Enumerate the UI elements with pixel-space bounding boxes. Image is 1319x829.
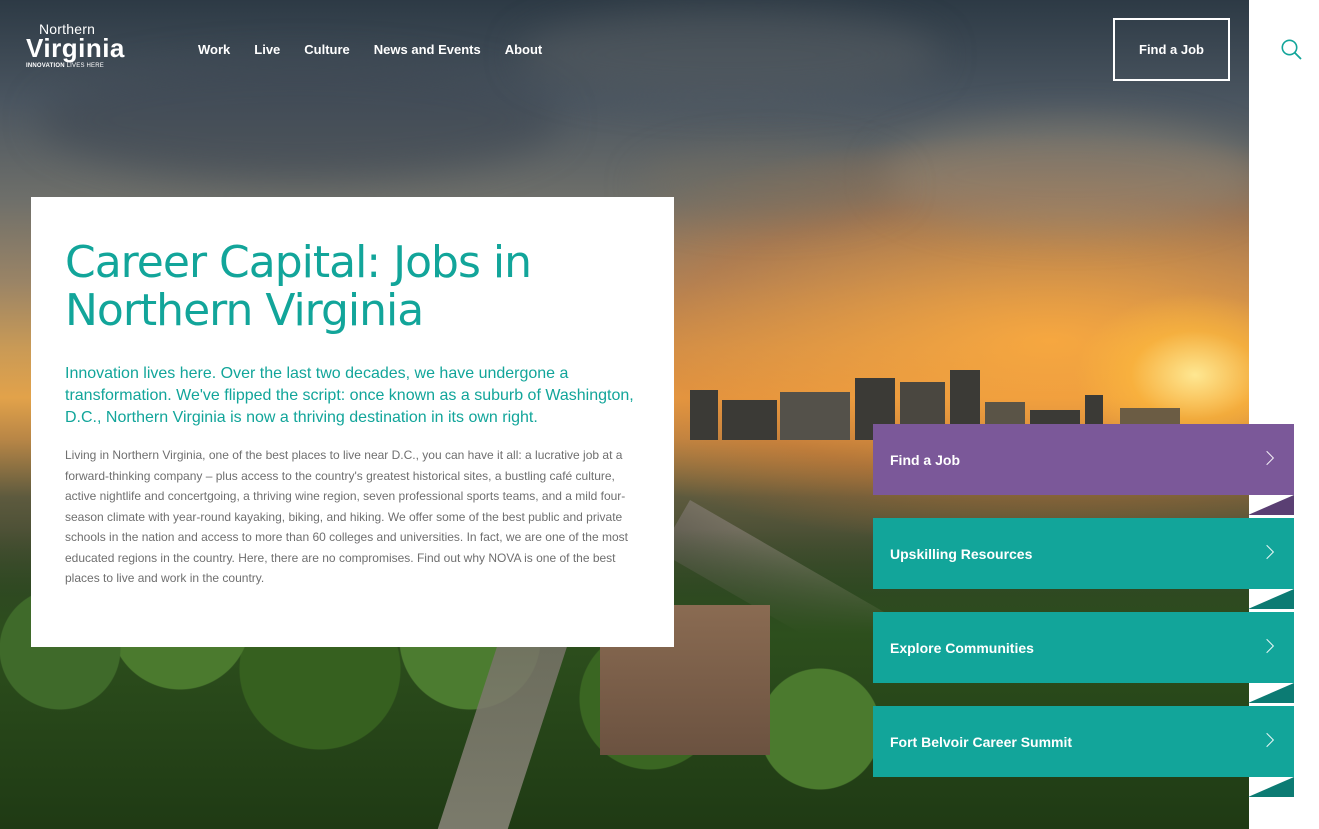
tile-flag — [1248, 777, 1294, 797]
nav-item-live[interactable]: Live — [254, 42, 280, 57]
chevron-right-icon — [1259, 544, 1275, 559]
chevron-right-icon — [1259, 638, 1275, 653]
tile-label: Upskilling Resources — [890, 545, 1033, 562]
tile-find-a-job[interactable]: Find a Job — [873, 424, 1294, 515]
tile-fort-belvoir-career-summit[interactable]: Fort Belvoir Career Summit — [873, 706, 1294, 797]
nav-item-news-and-events[interactable]: News and Events — [374, 42, 481, 57]
nav-item-about[interactable]: About — [505, 42, 543, 57]
logo-tagline-bold: INNOVATION — [26, 63, 65, 69]
chevron-right-icon — [1259, 732, 1275, 747]
logo-tagline-rest: LIVES HERE — [64, 63, 104, 69]
nav-item-culture[interactable]: Culture — [304, 42, 350, 57]
page-title: Career Capital: Jobs in Northern Virgini… — [65, 237, 532, 336]
search-icon — [1281, 39, 1302, 60]
right-sidebar-strip — [1249, 0, 1319, 829]
chevron-right-icon — [1259, 450, 1275, 465]
main-nav: Work Live Culture News and Events About — [198, 42, 566, 57]
logo-main-text: Virginia — [26, 33, 125, 63]
body-paragraph: Living in Northern Virginia, one of the … — [65, 448, 628, 585]
tile-explore-communities[interactable]: Explore Communities — [873, 612, 1294, 703]
tile-label: Find a Job — [890, 451, 960, 468]
intro-card: Career Capital: Jobs in Northern Virgini… — [31, 197, 674, 647]
logo-tagline: INNOVATION LIVES HERE — [26, 62, 116, 70]
lead-paragraph: Innovation lives here. Over the last two… — [65, 365, 634, 426]
tile-flag — [1248, 495, 1294, 515]
site-header: Northern Virginia INNOVATION LIVES HERE … — [0, 0, 1249, 100]
nav-item-work[interactable]: Work — [198, 42, 230, 57]
find-a-job-header-button[interactable]: Find a Job — [1113, 18, 1230, 81]
tile-label: Fort Belvoir Career Summit — [890, 733, 1073, 750]
tile-label: Explore Communities — [890, 639, 1034, 656]
tile-upskilling-resources[interactable]: Upskilling Resources — [873, 518, 1294, 609]
tile-flag — [1248, 589, 1294, 609]
tile-flag — [1248, 683, 1294, 703]
search-button[interactable] — [1280, 38, 1304, 62]
site-logo[interactable]: Northern Virginia INNOVATION LIVES HERE — [26, 22, 125, 70]
